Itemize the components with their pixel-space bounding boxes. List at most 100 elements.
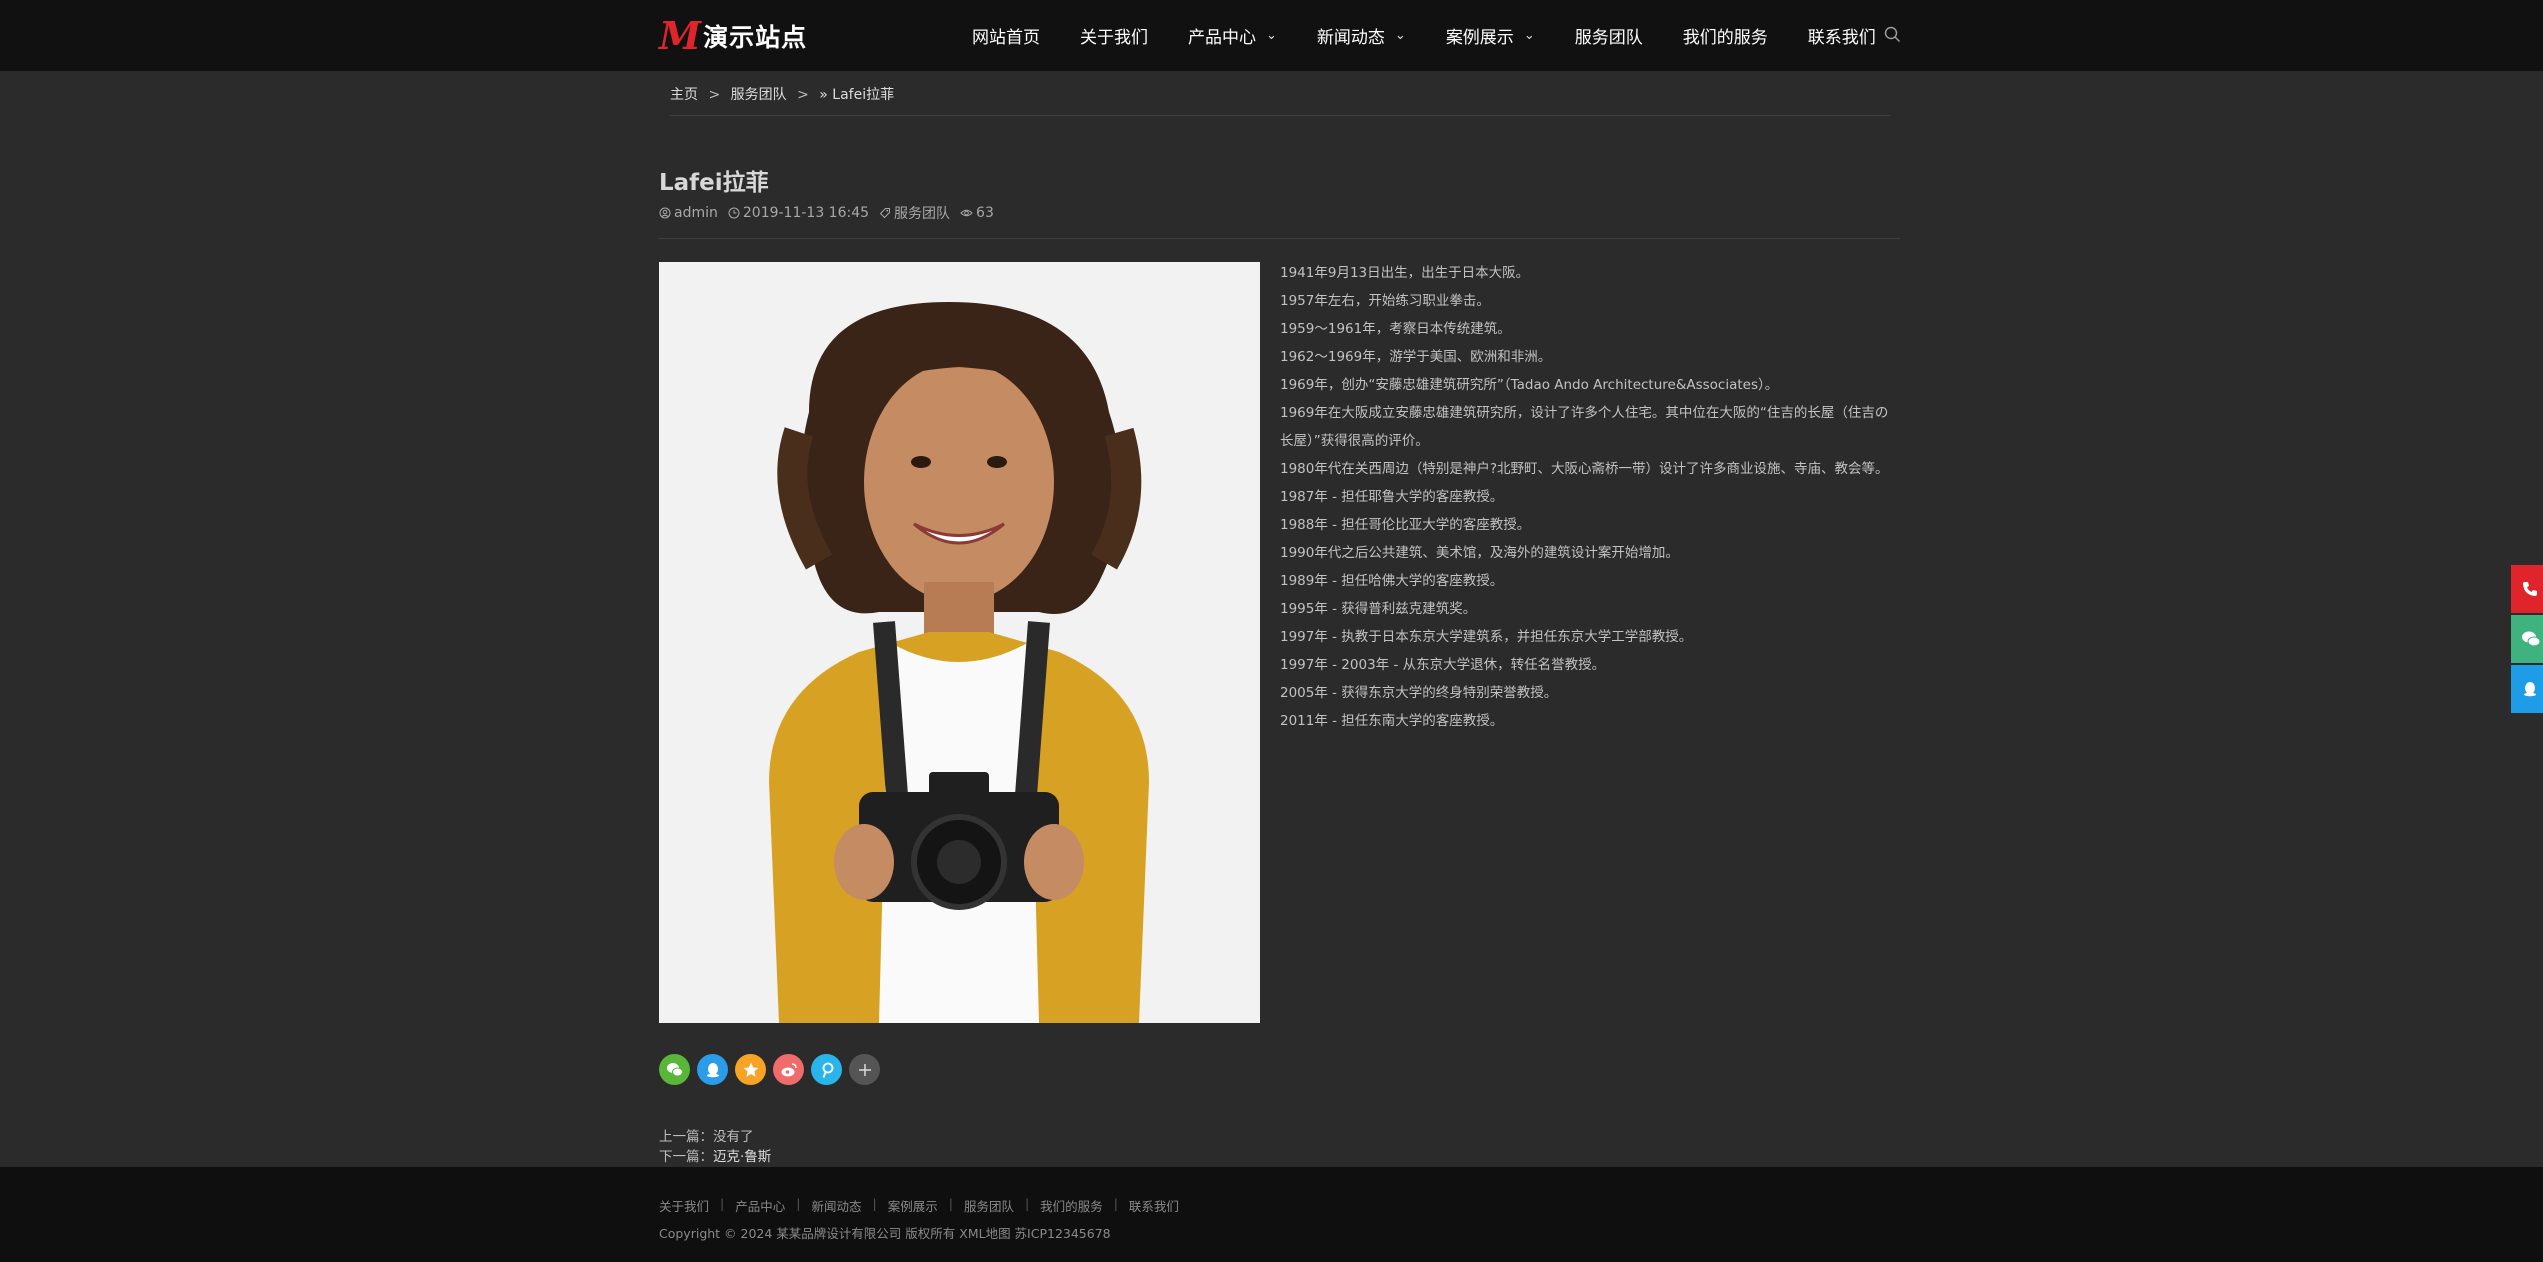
footer: 关于我们 | 产品中心 | 新闻动态 | 案例展示 | 服务团队 | 我们的服务 | 联系我… [0, 1167, 2543, 1262]
search-icon[interactable] [1884, 26, 1901, 43]
prev-label: 上一篇： [659, 1129, 713, 1145]
bio-line: 1997年 - 执教于日本东京大学建筑系，并担任东京大学工学部教授。 [1280, 629, 1693, 645]
next-post: 下一篇：迈克·鲁斯 [659, 1147, 771, 1167]
qzone-icon [743, 1062, 758, 1077]
side-qq-button[interactable] [2511, 665, 2543, 713]
share-weibo-button[interactable] [773, 1054, 804, 1085]
footer-link[interactable]: 产品中心 [735, 1196, 785, 1215]
bio-line: 1969年在大阪成立安藤忠雄建筑研究所，设计了许多个人住宅。其中位在大阪的“住吉… [1280, 405, 1889, 449]
bio-line: 1997年 - 2003年 - 从东京大学退休，转任名誉教授。 [1280, 657, 1606, 673]
next-post-link[interactable]: 迈克·鲁斯 [713, 1149, 771, 1165]
share-more-button[interactable] [849, 1054, 880, 1085]
top-navbar: M 演示站点 网站首页 关于我们 产品中心 ⌄ 新闻动态 ⌄ 案例展示 ⌄ 服务团队 … [0, 0, 2543, 71]
share-pinterest-button[interactable] [811, 1054, 842, 1085]
main-nav: 网站首页 关于我们 产品中心 ⌄ 新闻动态 ⌄ 案例展示 ⌄ 服务团队 我们的服务 联… [972, 0, 1916, 71]
chevron-down-icon: ⌄ [1266, 28, 1277, 43]
footer-link[interactable]: 关于我们 [659, 1196, 709, 1215]
share-qzone-button[interactable] [735, 1054, 766, 1085]
nav-label: 我们的服务 [1682, 28, 1768, 48]
meta-views: 63 [960, 205, 994, 221]
nav-label: 服务团队 [1574, 28, 1643, 48]
chevron-down-icon: ⌄ [1523, 28, 1535, 43]
meta-author: admin [659, 205, 718, 221]
share-bar [659, 1054, 887, 1085]
nav-item-news[interactable]: 新闻动态 ⌄ [1317, 23, 1406, 48]
nav-item-contact[interactable]: 联系我们 [1808, 23, 1876, 48]
footer-separator: | [872, 1196, 877, 1211]
prev-value: 没有了 [713, 1129, 754, 1145]
plus-icon [858, 1063, 871, 1076]
divider [659, 238, 1900, 239]
user-icon [659, 207, 671, 219]
weibo-icon [781, 1062, 797, 1076]
nav-label: 联系我们 [1807, 28, 1876, 48]
nav-label: 关于我们 [1080, 28, 1148, 48]
side-wechat-button[interactable] [2511, 615, 2543, 663]
phone-icon [2523, 582, 2537, 596]
nav-item-products[interactable]: 产品中心 ⌄ [1188, 23, 1277, 48]
post-category: 服务团队 [894, 206, 951, 222]
nav-label: 新闻动态 [1316, 28, 1385, 48]
post-meta: admin 2019-11-13 16:45 服务团队 63 [659, 203, 1004, 223]
meta-date: 2019-11-13 16:45 [728, 205, 869, 221]
qq-icon [706, 1062, 719, 1077]
clock-icon [728, 207, 740, 219]
side-phone-button[interactable] [2511, 565, 2543, 613]
side-contact-bar [2511, 565, 2543, 715]
breadcrumb-current: » Lafei拉菲 [819, 87, 895, 103]
chevron-down-icon: ⌄ [1394, 28, 1406, 43]
nav-item-team[interactable]: 服务团队 [1575, 23, 1643, 48]
footer-separator: | [720, 1196, 725, 1211]
breadcrumb-separator: > [797, 87, 809, 103]
bio-text: 1941年9月13日出生，出生于日本大阪。 1957年左右，开始练习职业拳击。 … [1280, 259, 1890, 735]
footer-separator: | [796, 1196, 801, 1211]
nav-item-about[interactable]: 关于我们 [1080, 23, 1148, 48]
breadcrumb-separator: > [708, 87, 721, 103]
footer-link[interactable]: 我们的服务 [1040, 1196, 1103, 1215]
view-count: 63 [976, 205, 994, 221]
bio-line: 1957年左右，开始练习职业拳击。 [1280, 293, 1490, 309]
site-logo[interactable]: M 演示站点 [659, 16, 807, 56]
bio-line: 1969年，创办“安藤忠雄建筑研究所”（Tadao Ando Architect… [1280, 377, 1779, 393]
nav-item-home[interactable]: 网站首页 [972, 23, 1040, 48]
next-label: 下一篇： [659, 1149, 713, 1165]
wechat-icon [2522, 631, 2541, 647]
copyright-text: Copyright © 2024 某某品牌设计有限公司 版权所有 XML地图 苏… [659, 1226, 1111, 1241]
share-wechat-button[interactable] [659, 1054, 690, 1085]
footer-link[interactable]: 案例展示 [888, 1196, 938, 1215]
footer-separator: | [948, 1196, 953, 1211]
wechat-icon [666, 1062, 683, 1076]
footer-links: 关于我们 | 产品中心 | 新闻动态 | 案例展示 | 服务团队 | 我们的服务 | 联系我… [659, 1196, 1179, 1215]
share-qq-button[interactable] [697, 1054, 728, 1085]
nav-item-cases[interactable]: 案例展示 ⌄ [1446, 23, 1535, 48]
qq-icon [2524, 682, 2536, 697]
bio-line: 1990年代之后公共建筑、美术馆，及海外的建筑设计案开始增加。 [1280, 545, 1679, 561]
footer-separator: | [1113, 1196, 1118, 1211]
bio-line: 1987年 - 担任耶鲁大学的客座教授。 [1280, 489, 1504, 505]
footer-link[interactable]: 新闻动态 [811, 1196, 861, 1215]
bio-line: 1980年代在关西周边（特别是神户?北野町、大阪心斋桥一带）设计了许多商业设施、… [1280, 461, 1889, 477]
nav-label: 案例展示 [1445, 28, 1514, 48]
nav-label: 网站首页 [972, 28, 1040, 48]
bio-line: 1962～1969年，游学于美国、欧洲和非洲。 [1280, 349, 1552, 365]
post-navigation: 上一篇：没有了 下一篇：迈克·鲁斯 [659, 1127, 771, 1167]
page-title: Lafei拉菲 [659, 170, 769, 196]
bio-line: 1959～1961年，考察日本传统建筑。 [1280, 321, 1511, 337]
nav-item-services[interactable]: 我们的服务 [1683, 23, 1768, 48]
post-date: 2019-11-13 16:45 [742, 205, 870, 221]
bio-line: 1988年 - 担任哥伦比亚大学的客座教授。 [1280, 517, 1531, 533]
breadcrumb-home[interactable]: 主页 [670, 87, 698, 103]
breadcrumb-category[interactable]: 服务团队 [731, 87, 787, 103]
footer-link[interactable]: 联系我们 [1129, 1196, 1179, 1215]
bio-line: 2011年 - 担任东南大学的客座教授。 [1280, 713, 1504, 729]
footer-separator: | [1024, 1196, 1030, 1211]
nav-label: 产品中心 [1188, 28, 1256, 48]
pinterest-icon [822, 1062, 833, 1078]
bio-line: 2005年 - 获得东京大学的终身特别荣誉教授。 [1280, 685, 1558, 701]
footer-link[interactable]: 服务团队 [964, 1196, 1014, 1215]
tag-icon [879, 208, 891, 219]
profile-photo [659, 262, 1260, 1023]
meta-category[interactable]: 服务团队 [879, 203, 950, 223]
author-name: admin [674, 205, 718, 221]
logo-mark: M [659, 13, 701, 58]
